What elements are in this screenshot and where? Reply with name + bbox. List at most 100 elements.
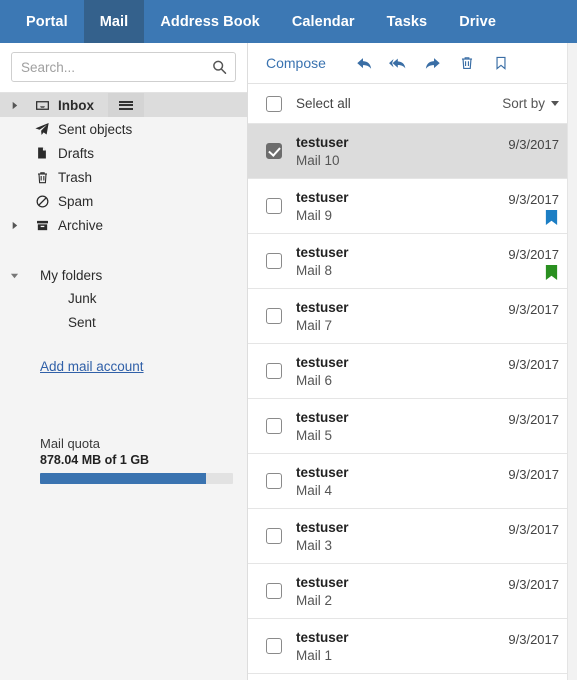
mail-row-content: testuser Mail 10: [296, 134, 508, 169]
search-icon[interactable]: [212, 60, 227, 75]
sidebar-folder-label: Spam: [58, 193, 94, 209]
sidebar-folder-label: Trash: [58, 169, 93, 185]
mail-row[interactable]: testuser Mail 1 9/3/2017: [248, 619, 577, 674]
sort-by-dropdown[interactable]: Sort by: [502, 96, 559, 111]
mail-subject: Mail 5: [296, 427, 333, 443]
mail-row-content: testuser Mail 4: [296, 464, 508, 499]
mail-sender: testuser: [296, 464, 349, 480]
sidebar-folder-drafts[interactable]: Drafts: [0, 141, 247, 165]
sidebar-subfolder-junk[interactable]: Junk: [0, 287, 247, 311]
add-mail-account-link[interactable]: Add mail account: [0, 359, 144, 374]
mail-sender: testuser: [296, 519, 349, 535]
mail-panel: Compose Select all Sort by testuser Mail…: [248, 43, 577, 680]
archive-icon: [28, 218, 56, 233]
top-navigation-bar: Portal Mail Address Book Calendar Tasks Drive: [0, 0, 577, 43]
mail-row-meta: 9/3/2017: [508, 344, 559, 398]
sidebar-folder-label: Sent objects: [58, 121, 133, 137]
mail-subject: Mail 10: [296, 152, 340, 168]
search-container: [0, 43, 247, 93]
mail-sender: testuser: [296, 354, 349, 370]
mail-toolbar: Compose: [248, 43, 577, 84]
forward-icon[interactable]: [416, 48, 450, 78]
sidebar-subfolder-sent[interactable]: Sent: [0, 311, 247, 335]
mail-date: 9/3/2017: [508, 577, 559, 592]
nav-tab-address-book[interactable]: Address Book: [144, 0, 276, 43]
search-box[interactable]: [11, 52, 236, 82]
mail-row[interactable]: testuser Mail 10 9/3/2017: [248, 124, 577, 179]
mail-date: 9/3/2017: [508, 522, 559, 537]
main-layout: InboxSent objectsDraftsTrashSpamArchive …: [0, 43, 577, 680]
chevron-down-icon: [551, 101, 559, 106]
mail-row-meta: 9/3/2017: [508, 564, 559, 618]
mail-row[interactable]: testuser Mail 5 9/3/2017: [248, 399, 577, 454]
select-all-checkbox[interactable]: [266, 95, 282, 112]
mail-row[interactable]: testuser Mail 9 9/3/2017: [248, 179, 577, 234]
mail-list: testuser Mail 10 9/3/2017 testuser Mail 9 9/3…: [248, 124, 577, 680]
mail-subject: Mail 7: [296, 317, 333, 333]
search-input[interactable]: [12, 53, 235, 81]
mail-row-checkbox[interactable]: [266, 473, 282, 489]
ban-icon: [28, 194, 56, 209]
my-folders-header[interactable]: My folders: [0, 263, 247, 287]
mail-row-checkbox[interactable]: [266, 638, 282, 654]
mail-row-meta: 9/3/2017: [508, 124, 559, 178]
compose-button[interactable]: Compose: [266, 55, 326, 71]
nav-tab-tasks[interactable]: Tasks: [371, 0, 444, 43]
mail-row-content: testuser Mail 1: [296, 629, 508, 664]
mail-row-meta: 9/3/2017: [508, 509, 559, 563]
mail-date: 9/3/2017: [508, 137, 559, 152]
bookmark-icon[interactable]: [484, 48, 518, 78]
mail-row-checkbox[interactable]: [266, 143, 282, 159]
mail-row-content: testuser Mail 6: [296, 354, 508, 389]
mail-row-checkbox[interactable]: [266, 253, 282, 269]
mail-subject: Mail 9: [296, 207, 333, 223]
trash-icon[interactable]: [450, 48, 484, 78]
mail-subject: Mail 3: [296, 537, 333, 553]
mail-row-meta: 9/3/2017: [508, 454, 559, 508]
bookmark-flag-green-icon[interactable]: [544, 264, 559, 282]
chevron-right-icon[interactable]: [0, 221, 28, 230]
folder-menu-button[interactable]: [108, 93, 144, 117]
mail-sender: testuser: [296, 244, 349, 260]
sort-by-label: Sort by: [502, 96, 545, 111]
my-folders-section: My folders Junk Sent: [0, 263, 247, 335]
mail-row-checkbox[interactable]: [266, 528, 282, 544]
mail-row-checkbox[interactable]: [266, 308, 282, 324]
mail-subject: Mail 4: [296, 482, 333, 498]
nav-tab-drive[interactable]: Drive: [443, 0, 512, 43]
my-folders-label: My folders: [40, 267, 103, 283]
mail-list-header: Select all Sort by: [248, 84, 577, 124]
mail-date: 9/3/2017: [508, 632, 559, 647]
mail-row-checkbox[interactable]: [266, 363, 282, 379]
sidebar-folder-archive[interactable]: Archive: [0, 213, 247, 237]
mail-sender: testuser: [296, 134, 349, 150]
sidebar-folder-inbox[interactable]: Inbox: [0, 93, 247, 117]
nav-tab-portal[interactable]: Portal: [10, 0, 84, 43]
nav-tab-calendar[interactable]: Calendar: [276, 0, 371, 43]
mail-row[interactable]: testuser Mail 2 9/3/2017: [248, 564, 577, 619]
mail-quota-title: Mail quota: [40, 436, 100, 451]
mail-row[interactable]: testuser Mail 6 9/3/2017: [248, 344, 577, 399]
sidebar-folder-sent-objects[interactable]: Sent objects: [0, 117, 247, 141]
bookmark-flag-blue-icon[interactable]: [544, 209, 559, 227]
mail-row-checkbox[interactable]: [266, 198, 282, 214]
mail-list-scrollbar[interactable]: [567, 43, 577, 680]
chevron-right-icon[interactable]: [0, 101, 28, 110]
sidebar-folder-spam[interactable]: Spam: [0, 189, 247, 213]
mail-row[interactable]: testuser Mail 4 9/3/2017: [248, 454, 577, 509]
chevron-down-icon[interactable]: [0, 271, 28, 280]
mail-date: 9/3/2017: [508, 412, 559, 427]
mail-row[interactable]: testuser Mail 8 9/3/2017: [248, 234, 577, 289]
reply-icon[interactable]: [348, 48, 382, 78]
mail-row-meta: 9/3/2017: [508, 289, 559, 343]
mail-row-meta: 9/3/2017: [508, 179, 559, 233]
mail-row-content: testuser Mail 9: [296, 189, 508, 224]
mail-row[interactable]: testuser Mail 3 9/3/2017: [248, 509, 577, 564]
mail-row-checkbox[interactable]: [266, 583, 282, 599]
nav-tab-mail[interactable]: Mail: [83, 0, 145, 43]
mail-subject: Mail 2: [296, 592, 333, 608]
sidebar-folder-trash[interactable]: Trash: [0, 165, 247, 189]
mail-row[interactable]: testuser Mail 7 9/3/2017: [248, 289, 577, 344]
mail-row-checkbox[interactable]: [266, 418, 282, 434]
reply-all-icon[interactable]: [382, 48, 416, 78]
